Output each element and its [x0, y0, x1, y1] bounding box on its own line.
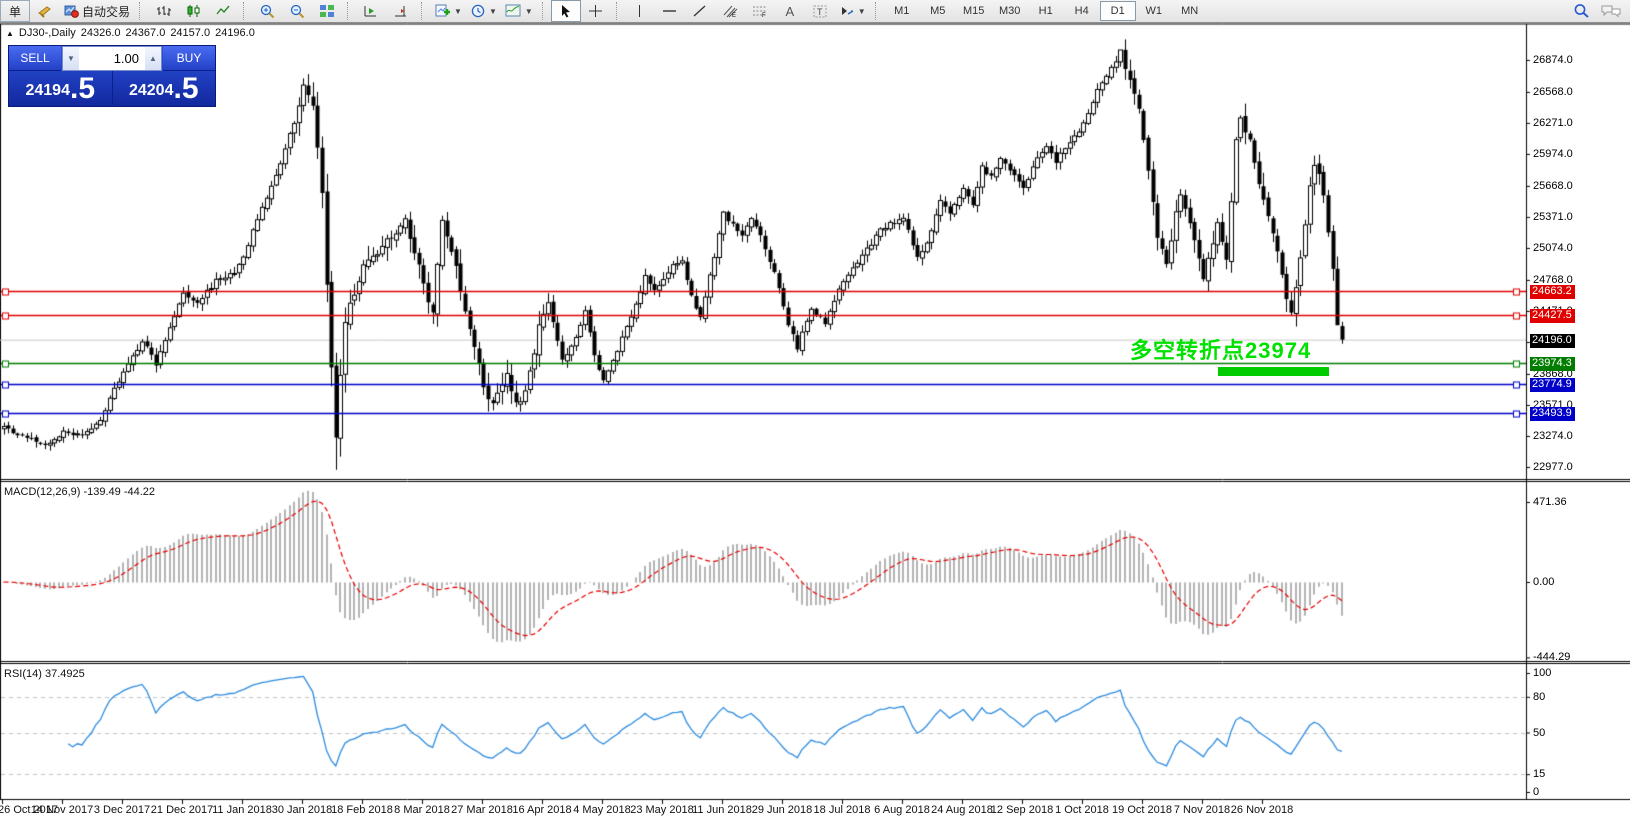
one-click-trading-panel: SELL ▼ 1.00 ▲ BUY 24194 .5 24204 .5 [8, 45, 216, 107]
price-chart-canvas[interactable] [0, 0, 1630, 822]
chart-autoscroll-icon [363, 4, 379, 18]
clock-icon [470, 4, 486, 19]
volume-box: ▼ 1.00 ▲ [62, 46, 162, 71]
volume-input[interactable]: 1.00 [79, 51, 145, 66]
bar-chart-icon [156, 4, 171, 18]
new-chart-button[interactable]: ▼ [430, 0, 466, 22]
sell-price-main: 24194 [25, 78, 70, 104]
svg-text:E: E [732, 13, 736, 18]
autotrading-button[interactable]: 自动交易 [60, 0, 134, 22]
periods-button[interactable]: ▼ [466, 0, 501, 22]
volume-increase-button[interactable]: ▲ [145, 47, 161, 70]
timeframe-m15-button[interactable]: M15 [956, 1, 992, 21]
new-chart-icon [434, 4, 451, 19]
tile-windows-icon [319, 4, 335, 18]
svg-text:T: T [817, 7, 823, 17]
line-chart-button[interactable] [208, 0, 238, 22]
text-tool-icon: A [785, 4, 794, 19]
zoom-in-button[interactable] [252, 0, 282, 22]
cursor-button[interactable] [551, 0, 581, 22]
indicators-button[interactable]: ▼ [501, 0, 537, 22]
toolbar-separator [347, 2, 353, 20]
zoom-in-icon [259, 4, 275, 19]
candlestick-chart-button[interactable] [178, 0, 208, 22]
buy-button[interactable]: BUY [163, 46, 215, 71]
top-toolbar: 单 自动交易 ▼ ▼ ▼ E F A T ▼ M1M5M15M30H1H4D1W… [0, 0, 1630, 23]
vertical-line-icon [634, 4, 645, 18]
timeframe-m1-button[interactable]: M1 [884, 1, 920, 21]
chart-shift-button[interactable] [386, 0, 416, 22]
sell-price-button[interactable]: 24194 .5 [9, 71, 113, 105]
toolbar-separator [139, 2, 145, 20]
timeframe-h4-button[interactable]: H4 [1064, 1, 1100, 21]
pivot-annotation-text[interactable]: 多空转折点23974 [1130, 333, 1311, 365]
crosshair-icon [588, 4, 603, 18]
text-label-icon: T [812, 4, 828, 19]
timeframe-mn-button[interactable]: MN [1172, 1, 1208, 21]
candlestick-chart-icon [186, 4, 201, 18]
bar-chart-button[interactable] [148, 0, 178, 22]
autotrading-icon [64, 4, 80, 18]
chart-shift-icon [393, 4, 409, 18]
timeframe-m5-button[interactable]: M5 [920, 1, 956, 21]
timeframe-d1-button[interactable]: D1 [1100, 1, 1136, 21]
trendline-icon [692, 4, 707, 18]
text-button[interactable]: A [775, 0, 805, 22]
arrow-symbols-icon [839, 4, 855, 18]
equidistant-channel-icon: E [722, 4, 738, 18]
zoom-out-button[interactable] [282, 0, 312, 22]
fibonacci-icon: F [752, 4, 768, 18]
timeframe-m30-button[interactable]: M30 [992, 1, 1028, 21]
line-chart-icon [216, 4, 231, 18]
buy-price-main: 24204 [129, 78, 174, 104]
text-label-button[interactable]: T [805, 0, 835, 22]
indicators-icon [505, 4, 522, 18]
trendline-button[interactable] [685, 0, 715, 22]
horizontal-line-button[interactable] [655, 0, 685, 22]
toolbar-separator [616, 2, 622, 20]
chart-autoscroll-button[interactable] [356, 0, 386, 22]
timeframe-w1-button[interactable]: W1 [1136, 1, 1172, 21]
timeframe-group: M1M5M15M30H1H4D1W1MN [884, 1, 1208, 21]
dropdown-arrow-icon: ▼ [858, 7, 866, 16]
equidistant-channel-button[interactable]: E [715, 0, 745, 22]
volume-decrease-button[interactable]: ▼ [63, 47, 79, 70]
dropdown-arrow-icon: ▼ [525, 7, 533, 16]
fibonacci-button[interactable]: F [745, 0, 775, 22]
dropdown-arrow-icon: ▼ [489, 7, 497, 16]
buy-price-button[interactable]: 24204 .5 [113, 71, 216, 105]
mt4-window: { "toolbar": { "order_label": "单", "auto… [0, 0, 1630, 822]
new-order-button[interactable]: 单 [0, 0, 30, 22]
toolbar-separator [243, 2, 249, 20]
toolbar-separator [542, 2, 548, 20]
svg-text:F: F [762, 13, 766, 18]
dropdown-arrow-icon: ▼ [454, 7, 462, 16]
search-icon[interactable] [1573, 3, 1590, 19]
horizontal-line-icon [662, 4, 677, 18]
cursor-icon [559, 4, 572, 18]
timeframe-h1-button[interactable]: H1 [1028, 1, 1064, 21]
toolbar-right-group [1573, 0, 1622, 22]
buy-price-frac: .5 [173, 74, 198, 104]
crosshair-button[interactable] [581, 0, 611, 22]
pivot-highlight-bar[interactable] [1218, 367, 1329, 376]
autotrading-label: 自动交易 [82, 3, 130, 20]
toolbar-separator [875, 2, 881, 20]
tile-windows-button[interactable] [312, 0, 342, 22]
sell-label: SELL [20, 51, 49, 65]
sell-button[interactable]: SELL [9, 46, 61, 71]
buy-label: BUY [177, 51, 202, 65]
collapse-trade-panel-icon[interactable]: ▲ [6, 29, 14, 38]
new-order-label: 单 [9, 3, 21, 20]
sell-price-frac: .5 [70, 74, 95, 104]
vertical-line-button[interactable] [625, 0, 655, 22]
toolbar-separator [421, 2, 427, 20]
horn-icon [37, 4, 53, 18]
chat-icon[interactable] [1600, 4, 1622, 19]
horn-icon[interactable] [30, 0, 60, 22]
zoom-out-icon [289, 4, 305, 19]
arrows-button[interactable]: ▼ [835, 0, 870, 22]
